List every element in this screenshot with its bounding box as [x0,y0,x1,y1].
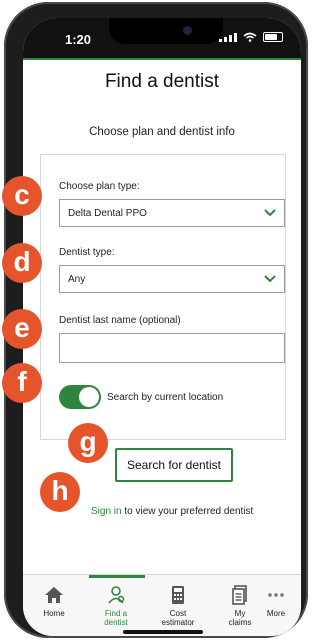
plan-type-select[interactable]: Delta Dental PPO [59,199,285,227]
battery-icon [263,32,283,42]
tab-label: Find a [104,609,128,618]
toggle-knob [79,387,99,407]
annotation-badge-f: f [2,363,42,403]
location-toggle[interactable] [59,385,101,409]
phone-frame: 1:20 Find a dentist Choose plan and dent… [4,2,308,638]
camera [183,26,192,35]
tab-find-dentist[interactable]: Find a dentist [89,585,143,627]
tab-home[interactable]: Home [27,585,81,618]
chevron-down-icon [264,275,276,283]
annotation-badge-e: e [2,309,42,349]
page-title: Find a dentist [104,71,220,92]
annotation-badge-h: h [40,472,80,512]
annotation-badge-g: g [68,423,108,463]
search-for-dentist-button[interactable]: Search for dentist [115,448,233,482]
find-dentist-icon [108,586,125,604]
status-bar: 1:20 [23,18,301,58]
search-form-card: Choose plan type: Delta Dental PPO Denti… [40,154,286,440]
annotation-badge-d: d [2,243,42,283]
notch [109,18,223,44]
home-indicator [123,630,203,634]
more-dots-icon [268,593,284,597]
system-icons [219,32,283,42]
dentist-type-label: Dentist type: [59,247,115,258]
tab-label: dentist [104,618,128,627]
signin-text: to view your preferred dentist [121,506,254,517]
wifi-icon [243,32,257,42]
calculator-icon [172,586,184,604]
bottom-tab-bar: Home Find a dentist Cost estimator My cl… [23,574,301,636]
header-bar: Find a dentist [23,58,301,109]
form-subtitle: Choose plan and dentist info [89,126,235,138]
last-name-input[interactable] [59,333,285,363]
tab-more[interactable]: More [249,585,301,618]
chevron-down-icon [264,209,276,217]
active-tab-indicator [89,575,145,578]
plan-type-label: Choose plan type: [59,181,140,192]
status-time: 1:20 [65,32,92,47]
tab-cost-estimator[interactable]: Cost estimator [151,585,205,627]
signal-icon [219,32,237,42]
plan-type-value: Delta Dental PPO [68,208,147,219]
tab-label: More [266,609,286,618]
tab-label: Cost [169,609,187,618]
tab-label: Home [43,609,65,618]
signin-prompt: Sign in to view your preferred dentist [91,506,253,517]
last-name-label: Dentist last name (optional) [59,315,181,326]
dentist-type-select[interactable]: Any [59,265,285,293]
tab-label: estimator [161,618,195,627]
sign-in-link[interactable]: Sign in [91,506,122,517]
tab-label: claims [228,618,252,627]
claims-icon [232,585,247,605]
dentist-type-value: Any [68,274,86,285]
screen: 1:20 Find a dentist Choose plan and dent… [23,18,301,636]
location-toggle-label: Search by current location [107,392,224,403]
home-icon [45,587,63,603]
annotation-badge-c: c [2,176,42,216]
